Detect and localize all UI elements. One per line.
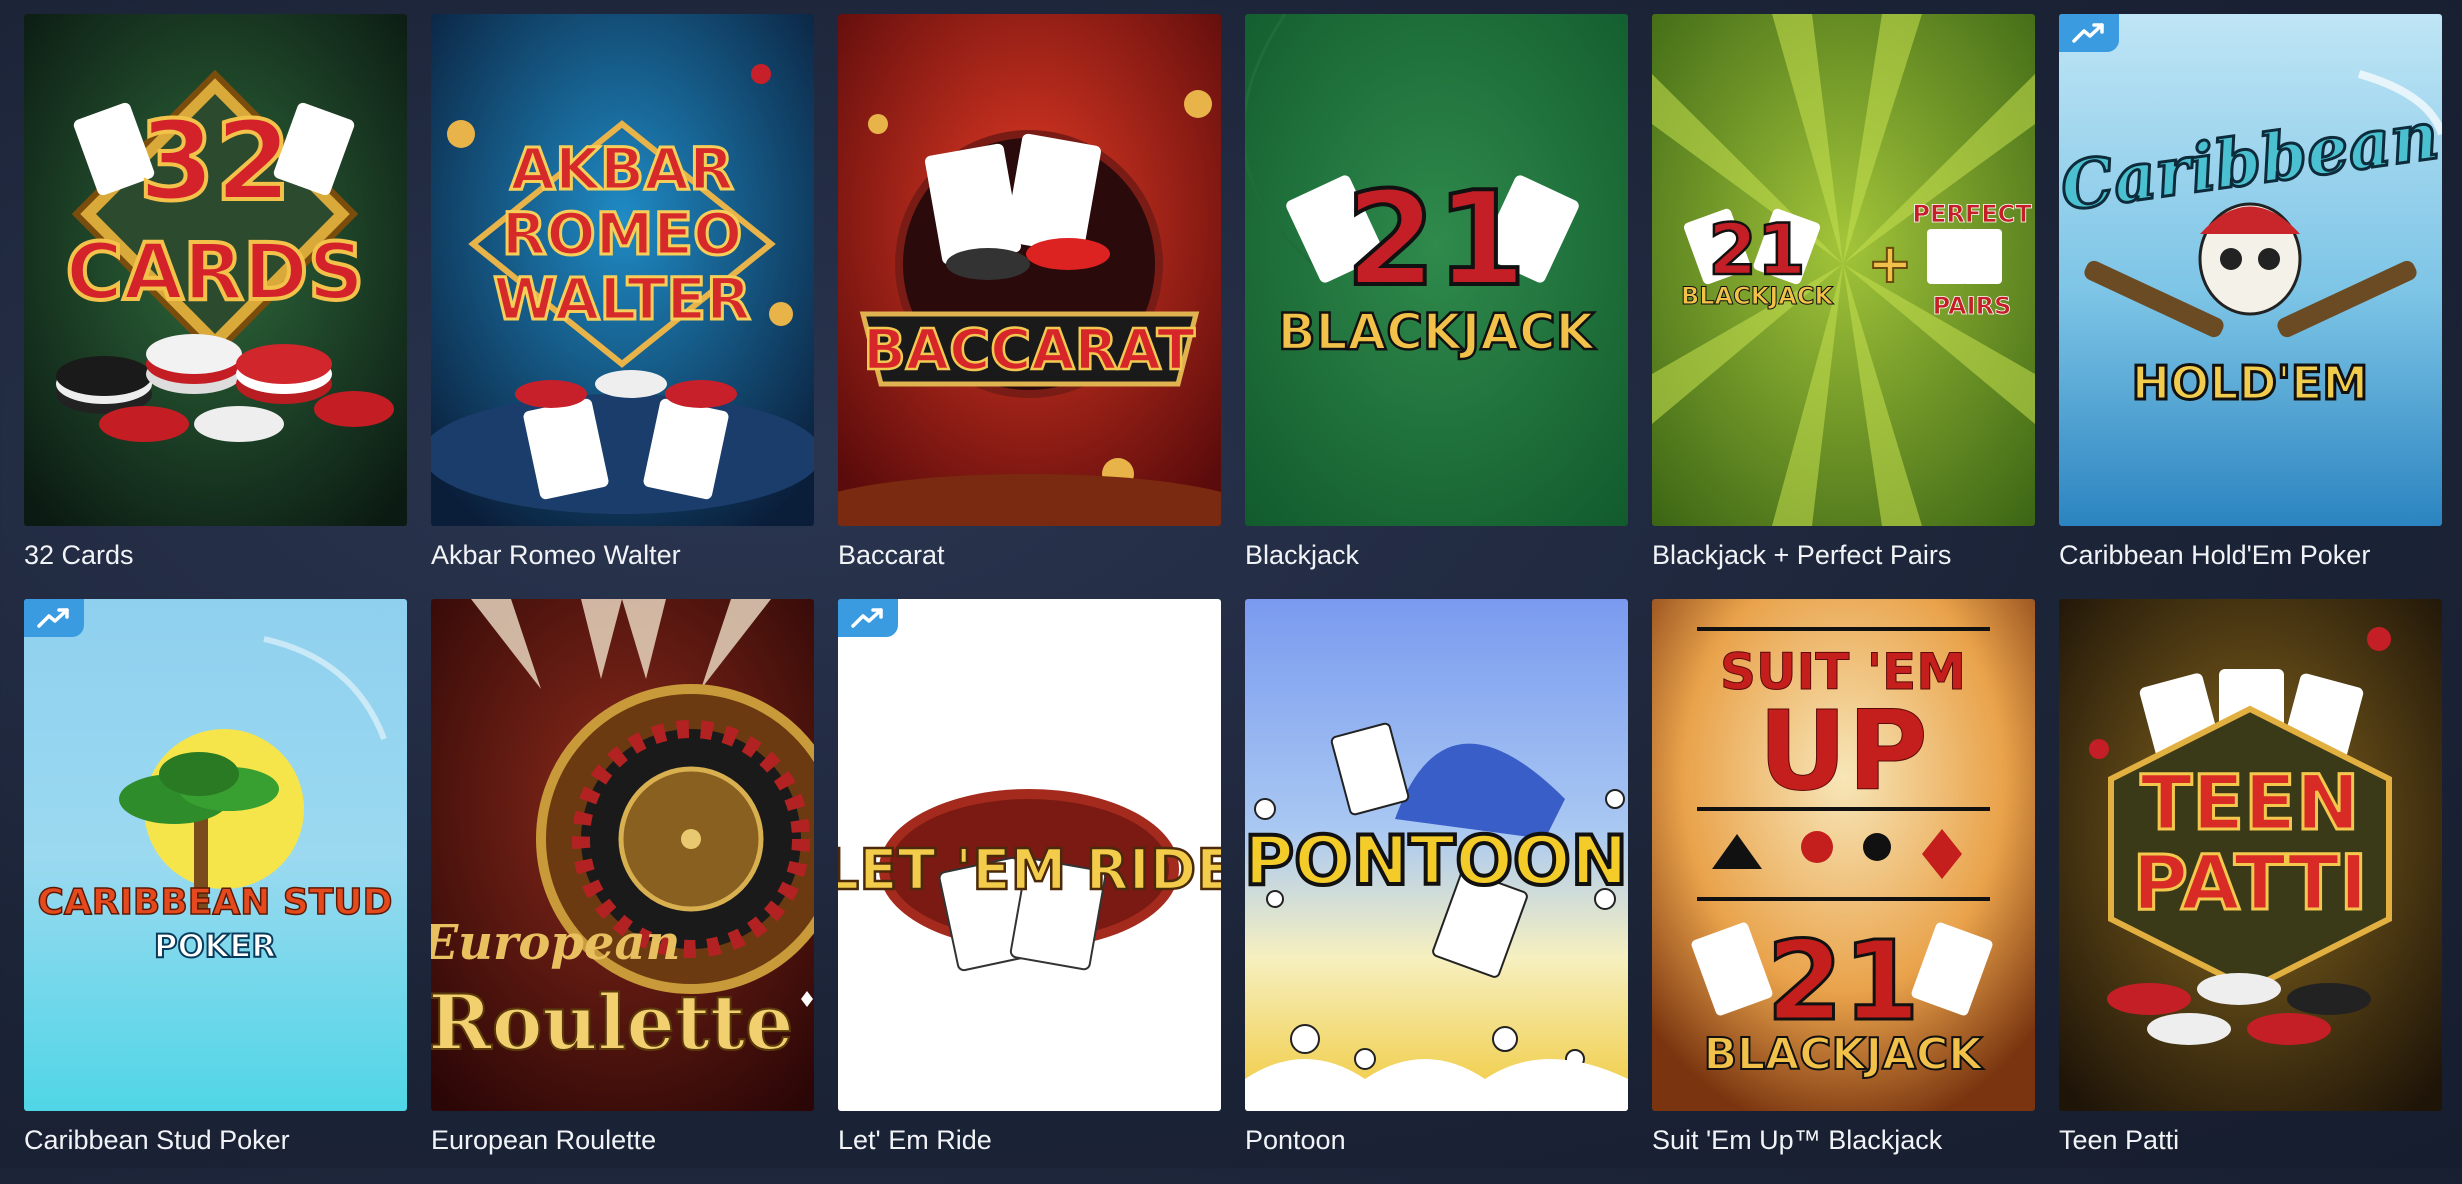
trending-up-icon	[851, 608, 883, 628]
logo-line: PATTI	[2132, 838, 2367, 927]
game-thumbnail[interactable]: 21 BLACKJACK	[1245, 14, 1628, 526]
logo-line: HOLD'EM	[2132, 356, 2368, 410]
logo-line: TEEN	[2140, 758, 2359, 847]
game-thumbnail[interactable]: AKBAR ROMEO WALTER	[431, 14, 814, 526]
game-tile-european-roulette[interactable]: European Roulette European Roulette	[431, 599, 814, 1184]
game-tile-baccarat[interactable]: BACCARAT Baccarat	[838, 14, 1221, 599]
logo-line: PAIRS	[1933, 292, 2012, 320]
logo-line: LET 'EM RIDE	[838, 838, 1221, 903]
logo-line: +	[1867, 232, 1912, 295]
trending-badge	[838, 599, 898, 637]
logo-line: CARIBBEAN STUD	[38, 882, 393, 923]
logo-line: BLACKJACK	[1704, 1029, 1985, 1080]
logo-line: 32	[138, 97, 291, 225]
trending-up-icon	[2072, 23, 2104, 43]
game-title[interactable]: Blackjack + Perfect Pairs	[1652, 538, 1951, 572]
game-tile-32-cards[interactable]: 32 CARDS 32 Cards	[24, 14, 407, 599]
game-title[interactable]: Baccarat	[838, 538, 945, 572]
game-thumbnail[interactable]: PONTOON	[1245, 599, 1628, 1111]
game-thumbnail[interactable]: Caribbean HOLD'EM	[2059, 14, 2442, 526]
logo-line: PERFECT	[1912, 200, 2032, 228]
logo-line: BLACKJACK	[1278, 303, 1597, 361]
game-title[interactable]: European Roulette	[431, 1123, 656, 1157]
game-tile-pontoon[interactable]: PONTOON Pontoon	[1245, 599, 1628, 1184]
game-tile-caribbean-stud-poker[interactable]: CARIBBEAN STUD POKER Caribbean Stud Poke…	[24, 599, 407, 1184]
game-grid: 32 CARDS 32 Cards AKBAR ROMEO WALTER Akb…	[24, 14, 2442, 1184]
trending-up-icon	[37, 608, 69, 628]
trending-badge	[24, 599, 84, 637]
game-tile-let-em-ride[interactable]: LET 'EM RIDE Let' Em Ride	[838, 599, 1221, 1184]
game-title[interactable]: 32 Cards	[24, 538, 134, 572]
game-title[interactable]: Akbar Romeo Walter	[431, 538, 681, 572]
game-title[interactable]: Teen Patti	[2059, 1123, 2179, 1157]
logo-line: BLACKJACK	[1681, 282, 1834, 310]
game-thumbnail[interactable]: BACCARAT	[838, 14, 1221, 526]
logo-line: 21	[1766, 917, 1919, 1045]
logo-line: UP	[1758, 687, 1928, 815]
logo-line: 21	[1346, 163, 1527, 315]
logo-line: European	[431, 915, 680, 971]
game-thumbnail[interactable]: 32 CARDS	[24, 14, 407, 526]
logo-line: POKER	[154, 927, 276, 965]
game-thumbnail[interactable]: European Roulette	[431, 599, 814, 1111]
logo-line: CARDS	[66, 228, 365, 318]
game-tile-akbar-romeo-walter[interactable]: AKBAR ROMEO WALTER Akbar Romeo Walter	[431, 14, 814, 599]
game-tile-suit-em-up-blackjack[interactable]: SUIT 'EM UP 21 BLACKJACK Suit 'Em Up™ Bl…	[1652, 599, 2035, 1184]
logo-line: 21	[1708, 209, 1805, 291]
logo-line: AKBAR	[510, 135, 734, 203]
trending-badge	[2059, 14, 2119, 52]
game-title[interactable]: Let' Em Ride	[838, 1123, 992, 1157]
game-title[interactable]: Blackjack	[1245, 538, 1359, 572]
game-tile-blackjack[interactable]: 21 BLACKJACK Blackjack	[1245, 14, 1628, 599]
logo-line: PONTOON	[1245, 822, 1628, 901]
logo-line: Roulette	[431, 978, 793, 1067]
game-thumbnail[interactable]: LET 'EM RIDE	[838, 599, 1221, 1111]
logo-line: WALTER	[493, 265, 750, 333]
game-title[interactable]: Caribbean Stud Poker	[24, 1123, 290, 1157]
game-title[interactable]: Suit 'Em Up™ Blackjack	[1652, 1123, 1942, 1157]
game-title[interactable]: Caribbean Hold'Em Poker	[2059, 538, 2370, 572]
logo-line: ROMEO	[502, 200, 743, 268]
logo-line: BACCARAT	[863, 318, 1195, 383]
game-tile-teen-patti[interactable]: TEEN PATTI Teen Patti	[2059, 599, 2442, 1184]
game-thumbnail[interactable]: CARIBBEAN STUD POKER	[24, 599, 407, 1111]
game-thumbnail[interactable]: TEEN PATTI	[2059, 599, 2442, 1111]
game-thumbnail[interactable]: 21 BLACKJACK + PERFECT PAIRS	[1652, 14, 2035, 526]
game-title[interactable]: Pontoon	[1245, 1123, 1346, 1157]
game-tile-blackjack-perfect-pairs[interactable]: 21 BLACKJACK + PERFECT PAIRS Blackjack +…	[1652, 14, 2035, 599]
game-thumbnail[interactable]: SUIT 'EM UP 21 BLACKJACK	[1652, 599, 2035, 1111]
game-tile-caribbean-holdem-poker[interactable]: Caribbean HOLD'EM Caribbean Hold'Em Poke…	[2059, 14, 2442, 599]
